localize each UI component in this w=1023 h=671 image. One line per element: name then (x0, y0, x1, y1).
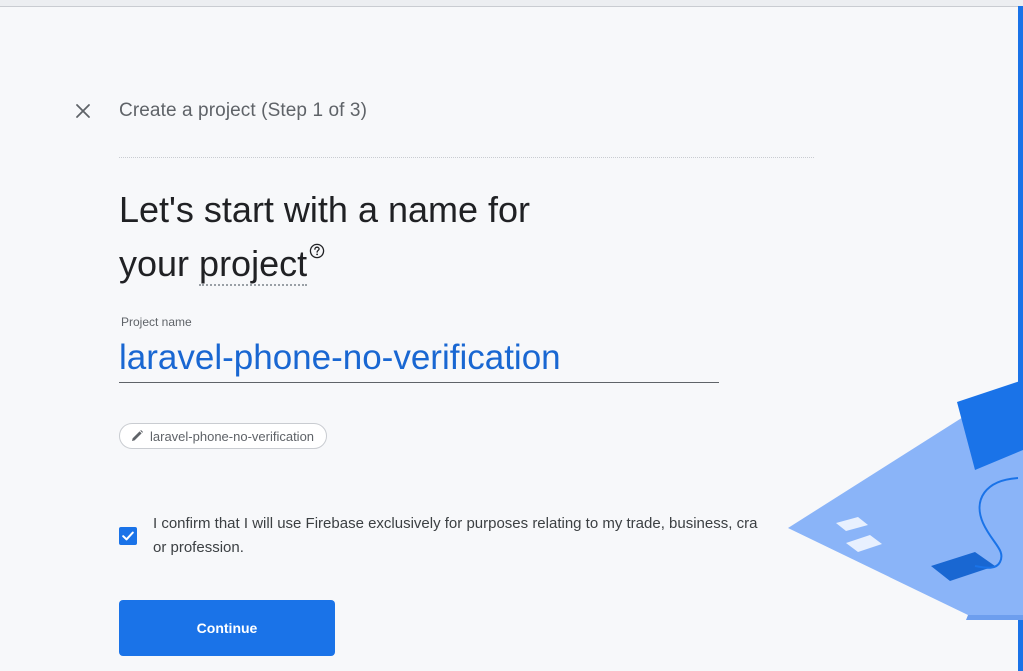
headline-line1: Let's start with a name for (119, 189, 531, 230)
step-title: Create a project (Step 1 of 3) (119, 100, 368, 121)
page-headline: Let's start with a name for your project (119, 183, 639, 291)
confirm-line-2: or profession. (153, 539, 244, 556)
close-icon (76, 104, 90, 118)
checkmark-icon (122, 531, 134, 541)
browser-top-edge (0, 0, 1023, 7)
project-term-link[interactable]: project (199, 243, 308, 286)
help-circle-icon[interactable] (309, 243, 325, 259)
illustration-platform-edge (966, 615, 1023, 620)
project-illustration (788, 380, 1023, 620)
confirm-checkbox[interactable] (119, 527, 137, 545)
continue-button[interactable]: Continue (119, 600, 335, 656)
project-name-label: Project name (121, 315, 192, 329)
project-name-input[interactable] (119, 334, 719, 383)
header-divider (119, 157, 814, 158)
headline-your: your (119, 243, 200, 284)
pencil-icon (132, 430, 143, 441)
confirm-line-1: I confirm that I will use Firebase exclu… (153, 515, 758, 532)
project-id-text: laravel-phone-no-verification (150, 428, 315, 444)
confirm-label: I confirm that I will use Firebase exclu… (153, 512, 778, 560)
project-id-chip[interactable]: laravel-phone-no-verification (119, 423, 328, 449)
close-button[interactable] (70, 98, 96, 124)
